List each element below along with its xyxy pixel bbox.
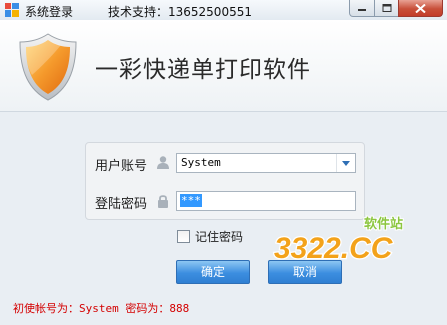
minimize-icon xyxy=(358,9,366,11)
close-button[interactable] xyxy=(398,0,443,17)
watermark-side: 软件站 xyxy=(364,216,403,232)
username-combobox[interactable]: System xyxy=(176,153,356,173)
username-value: System xyxy=(181,156,221,169)
remember-password-checkbox[interactable] xyxy=(177,230,190,243)
close-icon xyxy=(415,4,426,13)
ok-button[interactable]: 确定 xyxy=(176,260,250,284)
minimize-button[interactable] xyxy=(349,0,375,17)
window-title: 系统登录 xyxy=(25,5,74,19)
app-icon xyxy=(5,3,19,17)
maximize-icon xyxy=(382,4,391,12)
title-bar: 系统登录 技术支持：13652500551 xyxy=(0,0,447,21)
lock-icon xyxy=(158,195,168,208)
remember-password-label[interactable]: 记住密码 xyxy=(195,228,243,245)
password-mask: *** xyxy=(180,194,202,207)
app-name: 一彩快递单打印软件 xyxy=(95,57,311,83)
username-dropdown-button[interactable] xyxy=(336,154,355,172)
support-contact: 技术支持：13652500551 xyxy=(108,5,252,19)
password-input[interactable]: *** xyxy=(176,191,356,211)
user-icon xyxy=(157,156,169,169)
site-watermark: 3322.CC 软件站 xyxy=(273,215,404,266)
chevron-down-icon xyxy=(342,161,350,166)
username-label: 用户账号 xyxy=(95,159,148,174)
default-account-hint: 初使帐号为：System 密码为：888 xyxy=(13,302,190,315)
watermark-main: 3322.CC xyxy=(274,232,394,265)
header-banner: 一彩快递单打印软件 xyxy=(0,20,447,112)
shield-icon xyxy=(19,33,77,101)
password-label: 登陆密码 xyxy=(95,197,148,212)
maximize-button[interactable] xyxy=(374,0,399,17)
